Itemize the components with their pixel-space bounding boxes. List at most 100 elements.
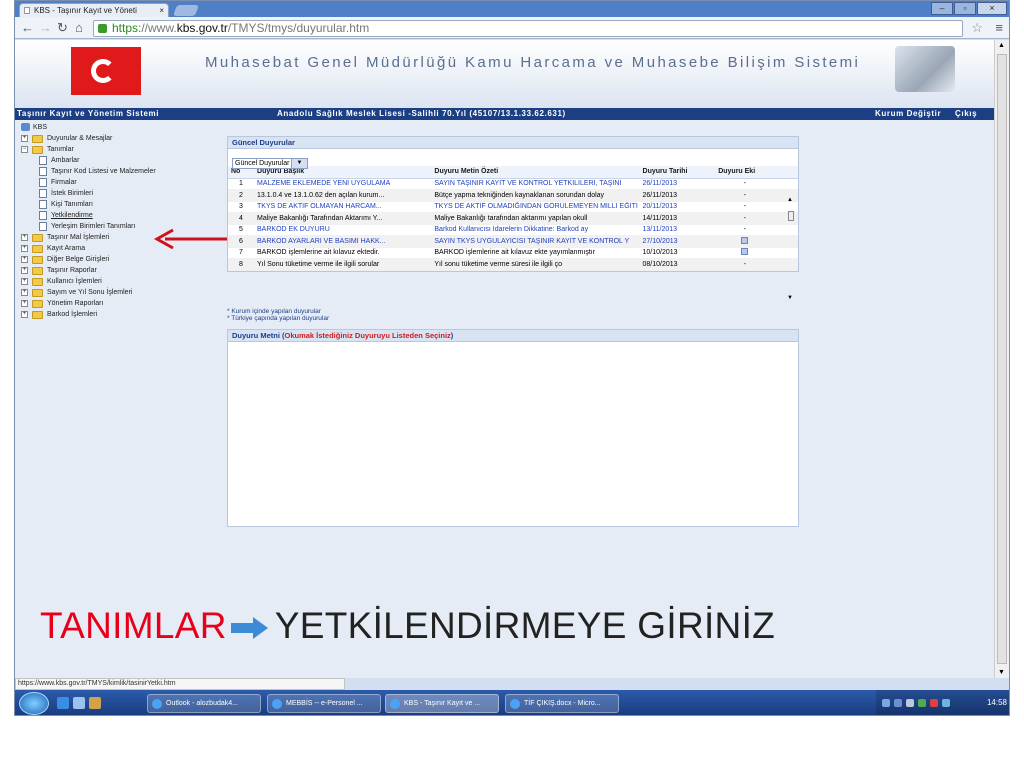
maximize-icon[interactable]: ▫: [954, 2, 976, 15]
tree-item[interactable]: Firmalar: [19, 177, 214, 188]
table-row[interactable]: 8 Yıl Sonu tüketime verme ile ilgili soru…: [228, 258, 798, 271]
browser-tab[interactable]: KBS - Taşınır Kayıt ve Yöneti ×: [19, 3, 169, 17]
cell-summary: SAYIN TKYS UYGULAYICISI TAŞINIR KAYIT VE…: [431, 235, 640, 248]
taskbar-button[interactable]: MEBBİS -- e-Personel ...: [267, 694, 381, 713]
announcements-table: No Duyuru Başlık Duyuru Metin Özeti Duyuru …: [228, 166, 798, 271]
folder-icon: [32, 278, 43, 286]
cell-no: 2: [228, 189, 255, 202]
note-institution: * Kurum içinde yapılan duyurular: [227, 308, 321, 315]
tree-item[interactable]: + Sayım ve Yıl Sonu İşlemleri: [19, 287, 214, 298]
cell-no: 3: [228, 201, 255, 213]
expand-icon[interactable]: +: [21, 267, 28, 274]
tree-item-label: Yönetim Raporları: [47, 300, 104, 307]
web-page: Muhasebat Genel Müdürlüğü Kamu Harcama v…: [15, 40, 995, 678]
cell-title: BARKOD EK DUYURU: [254, 224, 432, 236]
tree-item[interactable]: + Kullanıcı İşlemleri: [19, 276, 214, 287]
table-row[interactable]: 5 BARKOD EK DUYURU Barkod Kullanıcısı İdar…: [228, 224, 798, 236]
update-icon[interactable]: [942, 699, 950, 707]
logout-link[interactable]: Çıkış: [955, 108, 977, 120]
column-header: Duyuru Eki: [715, 166, 775, 179]
forward-icon[interactable]: →: [39, 19, 52, 37]
text-title-prefix: Duyuru Metni (: [232, 331, 285, 340]
folder-icon: [32, 300, 43, 308]
page-scrollbar[interactable]: ▲ ▼: [994, 40, 1009, 678]
start-button[interactable]: [19, 692, 49, 715]
tree-item-label: Barkod İşlemleri: [47, 311, 98, 318]
safety-icon[interactable]: [918, 699, 926, 707]
expand-icon[interactable]: +: [21, 135, 28, 142]
expand-icon[interactable]: +: [21, 234, 28, 241]
cell-summary: Maliye Bakanlığı tarafından aktarımı yap…: [431, 212, 640, 225]
volume-icon[interactable]: [906, 699, 914, 707]
taskbar-button[interactable]: Outlook - alozbudak4...: [147, 694, 261, 713]
tree-item[interactable]: + Diğer Belge Girişleri: [19, 254, 214, 265]
taskbar-button[interactable]: TİF ÇIKIŞ.docx - Micro...: [505, 694, 619, 713]
table-row[interactable]: 2 13.1.0.4 ve 13.1.0.62 den açılan kurum.…: [228, 189, 798, 202]
screenshot: KBS - Taşınır Kayıt ve Yöneti × – ▫ × ← …: [0, 0, 1024, 768]
back-icon[interactable]: ←: [21, 19, 34, 37]
expand-icon[interactable]: +: [21, 245, 28, 252]
system-bar: Taşınır Kayıt ve Yönetim Sistemi Anadolu…: [15, 108, 995, 120]
minimize-icon[interactable]: –: [931, 2, 953, 15]
reload-icon[interactable]: ↻: [57, 19, 68, 37]
table-row[interactable]: 1 MALZEME EKLEMEDE YENİ UYGULAMA SAYIN TAŞ…: [228, 178, 798, 190]
tree-item[interactable]: + Yönetim Raporları: [19, 298, 214, 309]
monitor-icon[interactable]: [894, 699, 902, 707]
attachment-cell[interactable]: [715, 235, 775, 248]
tree-item[interactable]: − Tanımlar: [19, 144, 214, 155]
tree-item-label: Taşınır Kod Listesi ve Malzemeler: [51, 168, 156, 175]
tree-item[interactable]: + Taşınır Raporlar: [19, 265, 214, 276]
app-icon: [390, 699, 400, 709]
tree-item[interactable]: Kişi Tanımları: [19, 199, 214, 210]
close-tab-icon[interactable]: ×: [159, 4, 164, 17]
expand-icon[interactable]: +: [21, 278, 28, 285]
taskbar-button-label: MEBBİS -- e-Personel ...: [286, 700, 363, 707]
tree-item-label: Taşınır Mal İşlemleri: [47, 234, 110, 241]
tree-root[interactable]: KBS: [19, 122, 214, 133]
tree-item[interactable]: İstek Birimleri: [19, 188, 214, 199]
document-icon: [39, 222, 47, 231]
warning-icon[interactable]: [930, 699, 938, 707]
tree-item[interactable]: Ambarlar: [19, 155, 214, 166]
expand-icon[interactable]: +: [21, 256, 28, 263]
tree-item[interactable]: Taşınır Kod Listesi ve Malzemeler: [19, 166, 214, 177]
cell-no: 5: [228, 224, 255, 236]
cell-date: 20/11/2013: [639, 201, 716, 213]
tree-item[interactable]: + Duyurular & Mesajlar: [19, 133, 214, 144]
tree-item[interactable]: + Barkod İşlemleri: [19, 309, 214, 320]
table-row[interactable]: 4 Maliye Bakanlığı Tarafından Aktarımı Y.…: [228, 212, 798, 225]
announcement-text-panel: Duyuru Metni (Okumak İstediğiniz Duyuruy…: [227, 329, 799, 527]
legend-notes: * Kurum içinde yapılan duyurular * Türki…: [227, 308, 329, 322]
attachment-icon[interactable]: [741, 248, 749, 256]
home-icon[interactable]: ⌂: [75, 19, 83, 37]
tree-item-label: Kişi Tanımları: [51, 201, 93, 208]
bookmark-star-icon[interactable]: ☆: [971, 20, 983, 36]
url-path: /TMYS/tmys/duyurular.htm: [227, 21, 370, 35]
folder-quicklaunch-icon[interactable]: [89, 697, 101, 709]
table-row[interactable]: 3 TKYS DE AKTİF OLMAYAN HARCAM... TKYS DE …: [228, 201, 798, 213]
chevron-down-icon[interactable]: ▼: [291, 159, 307, 168]
collapse-icon[interactable]: −: [21, 146, 28, 153]
attachment-icon[interactable]: [741, 236, 749, 244]
ie-quicklaunch-icon[interactable]: [57, 697, 69, 709]
close-window-icon[interactable]: ×: [977, 2, 1007, 15]
announcement-filter-select[interactable]: Güncel Duyurular ▼: [232, 158, 308, 169]
change-institution-link[interactable]: Kurum Değiştir: [875, 108, 941, 120]
desktop-quicklaunch-icon[interactable]: [73, 697, 85, 709]
table-row[interactable]: 6 BARKOD AYARLARI VE BASIMI HAKK... SAYIN …: [228, 235, 798, 248]
new-tab-button[interactable]: [172, 5, 200, 16]
attachment-cell[interactable]: [715, 247, 775, 259]
expand-icon[interactable]: +: [21, 311, 28, 318]
menu-icon[interactable]: ≡: [995, 20, 1003, 35]
folder-icon: [32, 267, 43, 275]
folder-icon: [32, 256, 43, 264]
taskbar-button[interactable]: KBS - Taşınır Kayıt ve ...: [385, 694, 499, 713]
table-scrollbar[interactable]: ▲ ▼: [786, 197, 796, 301]
tree-item[interactable]: Yetkilendirme: [19, 210, 214, 221]
expand-icon[interactable]: +: [21, 300, 28, 307]
network-icon[interactable]: [882, 699, 890, 707]
cell-title: TKYS DE AKTİF OLMAYAN HARCAM...: [254, 201, 432, 213]
address-bar[interactable]: https://www.kbs.gov.tr/TMYS/tmys/duyurul…: [93, 20, 963, 37]
expand-icon[interactable]: +: [21, 289, 28, 296]
table-row[interactable]: 7 BARKOD işlemlerine ait kılavuz ektedir.…: [228, 247, 798, 259]
